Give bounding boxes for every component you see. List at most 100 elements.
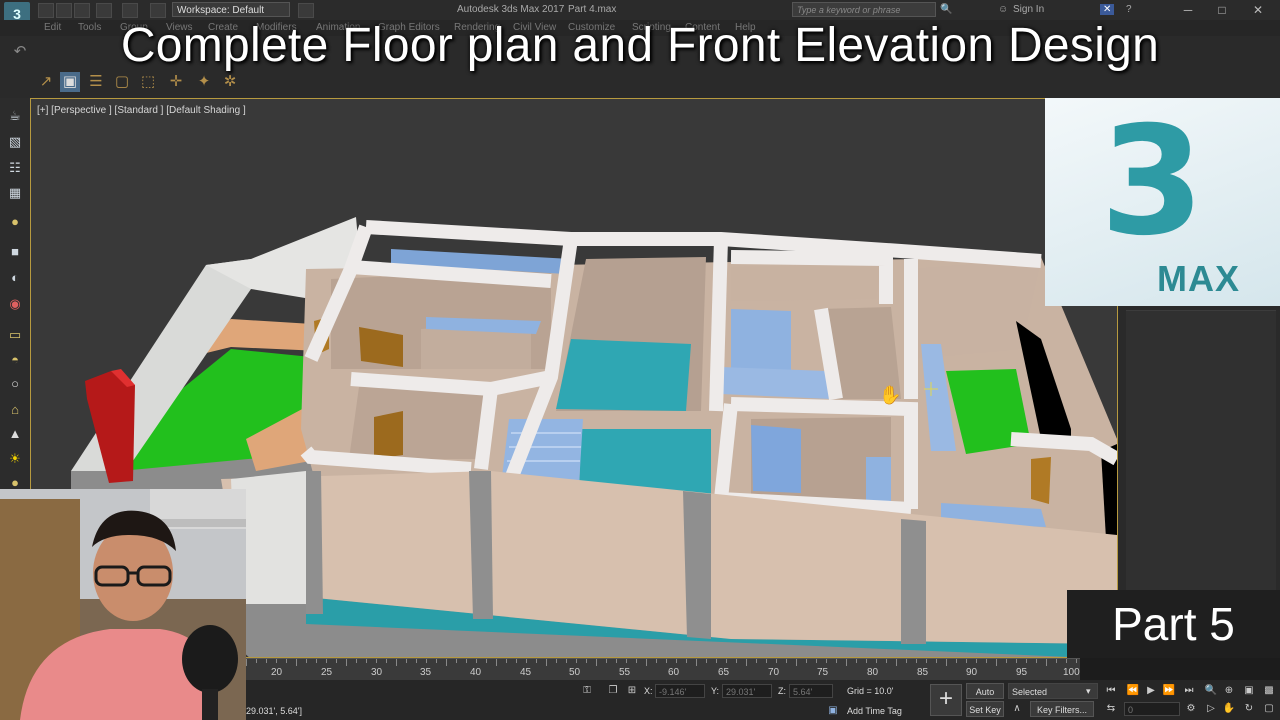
y-coordinate-field[interactable]: 29.031' [722, 684, 772, 698]
time-tag-icon[interactable]: ▣ [826, 704, 840, 718]
select-move-icon[interactable]: ✛ [166, 72, 186, 92]
record-icon[interactable]: ◉ [6, 296, 24, 312]
select-object-icon[interactable]: ▣ [60, 72, 80, 92]
camera-icon[interactable]: ■ [6, 244, 24, 260]
water-feature-center [556, 339, 691, 411]
snap-toggle-icon[interactable]: ✦ [194, 72, 214, 92]
x-coordinate-field[interactable]: -9.146' [655, 684, 705, 698]
light-bulb-icon[interactable]: ● [6, 214, 24, 230]
maximize-viewport-icon[interactable]: ▢ [1262, 702, 1276, 716]
timeline-tick [1026, 659, 1027, 663]
new-file-icon[interactable] [38, 3, 54, 18]
timeline-tick [346, 659, 347, 666]
logo-text: MAX [1157, 258, 1240, 299]
field-of-view-icon[interactable]: ▷ [1204, 702, 1218, 716]
absolute-mode-icon[interactable]: ⊞ [625, 684, 639, 698]
timeline-tick [756, 659, 757, 663]
timeline-tick [426, 659, 427, 663]
door-2 [374, 411, 403, 459]
orbit-icon[interactable]: ↻ [1242, 702, 1256, 716]
timeline-tick [886, 659, 887, 663]
zoom-all-icon[interactable]: ⊕ [1222, 684, 1236, 698]
timeline-label-75: 75 [817, 667, 829, 678]
chevron-down-icon[interactable]: ▾ [1086, 686, 1091, 697]
timeline-tick [496, 659, 497, 666]
render-frame-icon[interactable]: ▧ [6, 134, 24, 150]
open-file-icon[interactable] [56, 3, 72, 18]
scene-explorer-icon[interactable]: ▦ [6, 185, 24, 201]
timeline-label-65: 65 [718, 667, 730, 678]
timeline-label-40: 40 [470, 667, 482, 678]
material-editor-icon[interactable]: ☷ [6, 160, 24, 176]
pan-view-icon[interactable]: ✋ [1222, 702, 1236, 716]
sun-icon[interactable]: ☀ [6, 451, 24, 467]
timeline-tick [266, 659, 267, 663]
redo-icon[interactable] [122, 3, 138, 18]
timeline-tick [716, 659, 717, 663]
key-filters-button[interactable]: Key Filters... [1030, 701, 1094, 717]
cone-icon[interactable]: ▲ [6, 426, 24, 442]
close-community-icon[interactable]: ✕ [1100, 4, 1115, 15]
selection-set-dropdown[interactable]: Selected [1008, 683, 1098, 699]
timeline-tick [676, 659, 677, 663]
search-icon[interactable]: 🔍 [940, 4, 952, 15]
angle-snap-icon[interactable]: ✲ [220, 72, 240, 92]
zoom-extents-all-icon[interactable]: ▩ [1262, 684, 1276, 698]
sphere-icon[interactable]: ○ [6, 376, 24, 392]
help-icon[interactable]: ? [1126, 4, 1132, 15]
timeline-tick [476, 659, 477, 663]
timeline-tick [576, 659, 577, 663]
timeline-label-25: 25 [321, 667, 333, 678]
isolate-icon[interactable]: ❐ [606, 684, 620, 698]
hemisphere-icon[interactable]: ◓ [6, 352, 24, 368]
motion-icon[interactable]: ◐ [6, 270, 24, 286]
timeline-tick [516, 659, 517, 663]
zoom-extents-icon[interactable]: ▣ [1242, 684, 1256, 698]
select-by-name-icon[interactable]: ☰ [86, 72, 106, 92]
workspace-dropdown[interactable]: Workspace: Default [172, 2, 290, 17]
timeline-tick [436, 659, 437, 663]
rectangular-selection-icon[interactable]: ▢ [112, 72, 132, 92]
timeline-label-70: 70 [768, 667, 780, 678]
play-icon[interactable]: ▶ [1144, 684, 1158, 698]
timeline-tick [246, 659, 247, 666]
time-config-icon[interactable]: ⚙ [1184, 702, 1198, 716]
key-tangent-icon[interactable]: ∧ [1010, 702, 1024, 716]
window-crossing-icon[interactable]: ⬚ [138, 72, 158, 92]
save-file-icon[interactable] [74, 3, 90, 18]
close-window-icon[interactable]: ✕ [1248, 2, 1268, 18]
sign-in-link[interactable]: Sign In [1013, 4, 1044, 15]
timeline-label-100: 100 [1063, 667, 1080, 678]
current-frame-field[interactable]: 0 [1124, 702, 1180, 716]
timeline-tick [1046, 659, 1047, 666]
viewport-label[interactable]: [+] [Perspective ] [Standard ] [Default … [37, 105, 246, 116]
next-frame-icon[interactable]: ⏩ [1162, 684, 1176, 698]
dome-icon[interactable]: ⌂ [6, 402, 24, 418]
key-mode-icon[interactable]: ⇆ [1104, 702, 1118, 716]
minimize-icon[interactable]: ─ [1178, 2, 1198, 18]
go-to-end-icon[interactable]: ⏭ [1182, 684, 1196, 698]
timeline-tick [1016, 659, 1017, 663]
auto-key-button[interactable]: Auto Key [966, 683, 1004, 713]
timeline-tick [596, 659, 597, 666]
search-input[interactable]: Type a keyword or phrase [792, 2, 936, 17]
timeline-tick [906, 659, 907, 663]
undo-icon[interactable] [96, 3, 112, 18]
select-link-icon[interactable]: ↗ [36, 72, 56, 92]
workspace-options-icon[interactable] [298, 3, 314, 18]
timeline-tick [446, 659, 447, 666]
z-coordinate-field[interactable]: 5.64' [789, 684, 833, 698]
timeline-tick [416, 659, 417, 663]
lock-selection-icon[interactable]: ⚿ [580, 684, 594, 698]
zoom-icon[interactable]: 🔍 [1204, 684, 1218, 698]
timeline-tick [846, 659, 847, 666]
plane-icon[interactable]: ▭ [6, 327, 24, 343]
go-to-start-icon[interactable]: ⏮ [1104, 684, 1118, 698]
project-folder-icon[interactable] [150, 3, 166, 18]
teapot-icon[interactable]: ☕ [6, 108, 24, 124]
previous-frame-icon[interactable]: ⏪ [1126, 684, 1140, 698]
set-key-plus-icon[interactable]: + [930, 684, 962, 716]
set-key-button[interactable]: Set Key [966, 701, 1004, 717]
maximize-icon[interactable]: □ [1212, 2, 1232, 18]
add-time-tag-button[interactable]: Add Time Tag [847, 706, 902, 716]
